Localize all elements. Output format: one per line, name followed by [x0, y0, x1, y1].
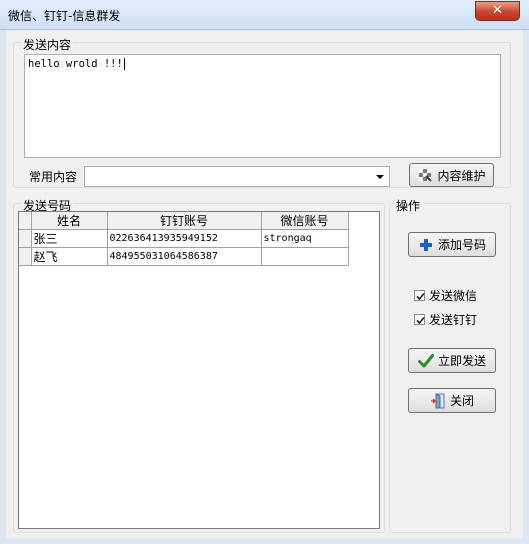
- plus-icon: [418, 237, 434, 253]
- numbers-table[interactable]: 姓名 钉钉账号 微信账号 张三 022636413935949152 stron…: [18, 211, 380, 529]
- add-number-button[interactable]: 添加号码: [408, 232, 496, 257]
- cell-name[interactable]: 赵飞: [31, 247, 108, 266]
- checkmark-icon[interactable]: [414, 314, 425, 325]
- send-wechat-label: 发送微信: [429, 289, 478, 303]
- column-header-dingtalk[interactable]: 钉钉账号: [107, 212, 262, 230]
- table-header-row: 姓名 钉钉账号 微信账号: [19, 212, 349, 230]
- table-row[interactable]: 张三 022636413935949152 strongaq: [19, 229, 349, 248]
- close-button[interactable]: 关闭: [408, 388, 496, 413]
- send-now-label: 立即发送: [437, 354, 486, 368]
- send-wechat-checkbox[interactable]: 发送微信: [414, 287, 477, 304]
- send-now-button[interactable]: 立即发送: [408, 348, 496, 373]
- cell-wechat[interactable]: strongaq: [261, 229, 349, 248]
- column-header-wechat[interactable]: 微信账号: [261, 212, 349, 230]
- close-label: 关闭: [449, 394, 474, 408]
- send-dingtalk-checkbox[interactable]: 发送钉钉: [414, 311, 477, 328]
- chevron-down-icon[interactable]: [376, 175, 384, 179]
- window-title: 微信、钉钉-信息群发: [8, 9, 121, 23]
- common-content-label: 常用内容: [29, 170, 78, 184]
- row-indicator[interactable]: [19, 247, 32, 266]
- maintain-content-label: 内容维护: [437, 168, 486, 183]
- exit-door-icon: [430, 392, 446, 409]
- send-dingtalk-label: 发送钉钉: [429, 313, 478, 327]
- row-indicator-header: [19, 212, 32, 230]
- column-header-name[interactable]: 姓名: [31, 212, 108, 230]
- row-indicator[interactable]: [19, 229, 32, 248]
- close-window-button[interactable]: ✕: [475, 1, 520, 21]
- checkmark-icon: [417, 353, 434, 369]
- table-row[interactable]: 赵飞 484955031064586387: [19, 247, 349, 266]
- close-icon: ✕: [492, 3, 503, 18]
- content-textarea[interactable]: hello wrold !!!: [24, 54, 501, 158]
- content-text: hello wrold !!!: [28, 58, 123, 70]
- cell-name[interactable]: 张三: [31, 229, 108, 248]
- maintain-content-button[interactable]: 内容维护: [409, 163, 494, 187]
- title-bar: 微信、钉钉-信息群发 ✕: [0, 0, 529, 30]
- send-content-group-label: 发送内容: [21, 36, 74, 53]
- tools-icon: [417, 167, 433, 183]
- add-number-label: 添加号码: [437, 238, 486, 252]
- checkmark-icon[interactable]: [414, 290, 425, 301]
- cell-dingtalk[interactable]: 022636413935949152: [107, 229, 262, 248]
- actions-group-label: 操作: [394, 197, 423, 214]
- common-content-select[interactable]: [84, 166, 390, 187]
- cell-wechat[interactable]: [261, 247, 349, 266]
- cell-dingtalk[interactable]: 484955031064586387: [107, 247, 262, 266]
